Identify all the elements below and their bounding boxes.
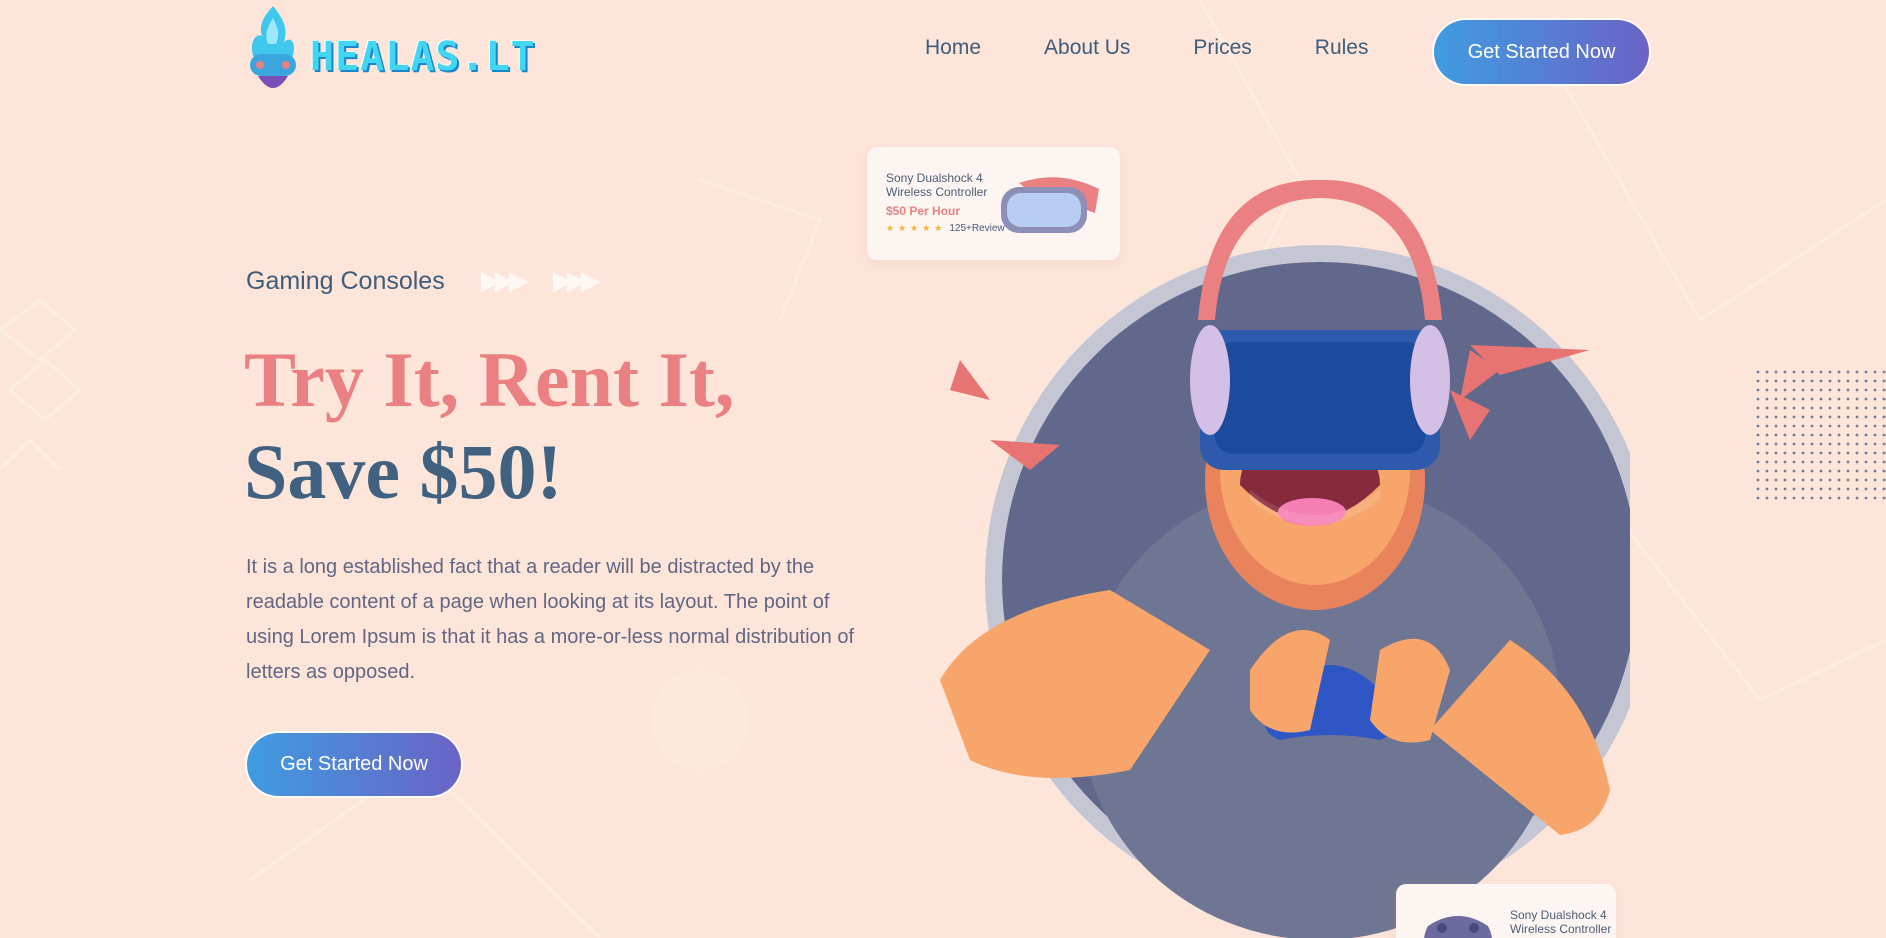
chevron-right-icon: ▶▶▶	[552, 266, 601, 296]
product-rating: ★★★★★ 125+Review	[886, 223, 1005, 234]
eyebrow-label: Gaming Consoles	[246, 266, 445, 295]
nav-item-about-us[interactable]: About Us	[1044, 36, 1130, 60]
headline-line-2: Save $50!	[244, 428, 563, 515]
product-price: $50 Per Hour	[886, 204, 961, 218]
star-rating-icon: ★★★★★	[886, 223, 947, 234]
nav-item-prices[interactable]: Prices	[1193, 36, 1251, 60]
chevrons-decoration: ▶▶▶ ▶▶▶	[481, 266, 625, 296]
main-nav: Home About Us Prices Rules	[925, 36, 1431, 60]
review-count: 125+Review	[949, 223, 1005, 234]
gamer-illustration	[940, 179, 1630, 938]
hero-description: It is a long established fact that a rea…	[246, 556, 855, 683]
brand-logo[interactable]: HEALAS.LT	[244, 4, 536, 100]
hero-get-started-button[interactable]: Get Started Now	[247, 733, 461, 796]
vr-headset-icon	[1001, 177, 1099, 233]
mascot-icon	[250, 6, 296, 88]
headline-line-1: Try It, Rent It,	[244, 336, 735, 423]
header-get-started-button[interactable]: Get Started Now	[1434, 20, 1649, 84]
product-card[interactable]: Sony Dualshock 4 Wireless Controller $50…	[867, 147, 1120, 260]
product-title: Sony Dualshock 4 Wireless Controller	[886, 171, 988, 199]
gamepad-icon	[1424, 916, 1492, 938]
dot-pattern	[1756, 370, 1886, 500]
brand-name: HEALAS.LT	[310, 34, 536, 80]
chevron-right-icon: ▶▶▶	[480, 266, 529, 296]
nav-item-home[interactable]: Home	[925, 36, 981, 60]
product-title: Sony Dualshock 4 Wireless Controller	[1510, 908, 1612, 936]
product-card[interactable]: Sony Dualshock 4 Wireless Controller	[1396, 884, 1616, 938]
eyebrow: Gaming Consoles ▶▶▶ ▶▶▶	[246, 266, 625, 296]
hero-headline: Try It, Rent It, Save $50!	[244, 334, 734, 518]
nav-item-rules[interactable]: Rules	[1315, 36, 1369, 60]
